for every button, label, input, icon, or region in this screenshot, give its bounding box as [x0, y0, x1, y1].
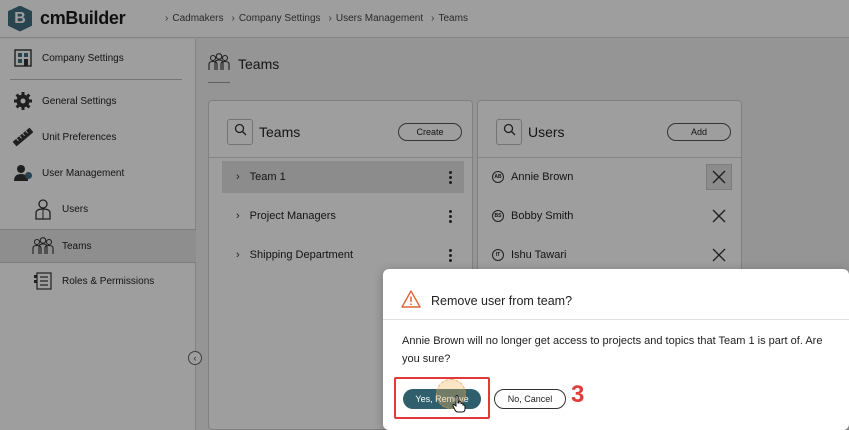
remove-user-dialog: Remove user from team? Annie Brown will …	[383, 269, 849, 430]
dialog-header: Remove user from team?	[401, 290, 572, 311]
hand-cursor-icon	[452, 395, 466, 418]
dialog-title: Remove user from team?	[431, 293, 573, 308]
warning-icon	[401, 290, 421, 311]
step-number-annotation: 3	[571, 381, 585, 408]
dialog-message: Annie Brown will no longer get access to…	[402, 335, 823, 365]
step-highlight-box	[394, 377, 490, 419]
no-cancel-button[interactable]: No, Cancel	[494, 389, 566, 409]
dialog-divider	[383, 319, 849, 320]
